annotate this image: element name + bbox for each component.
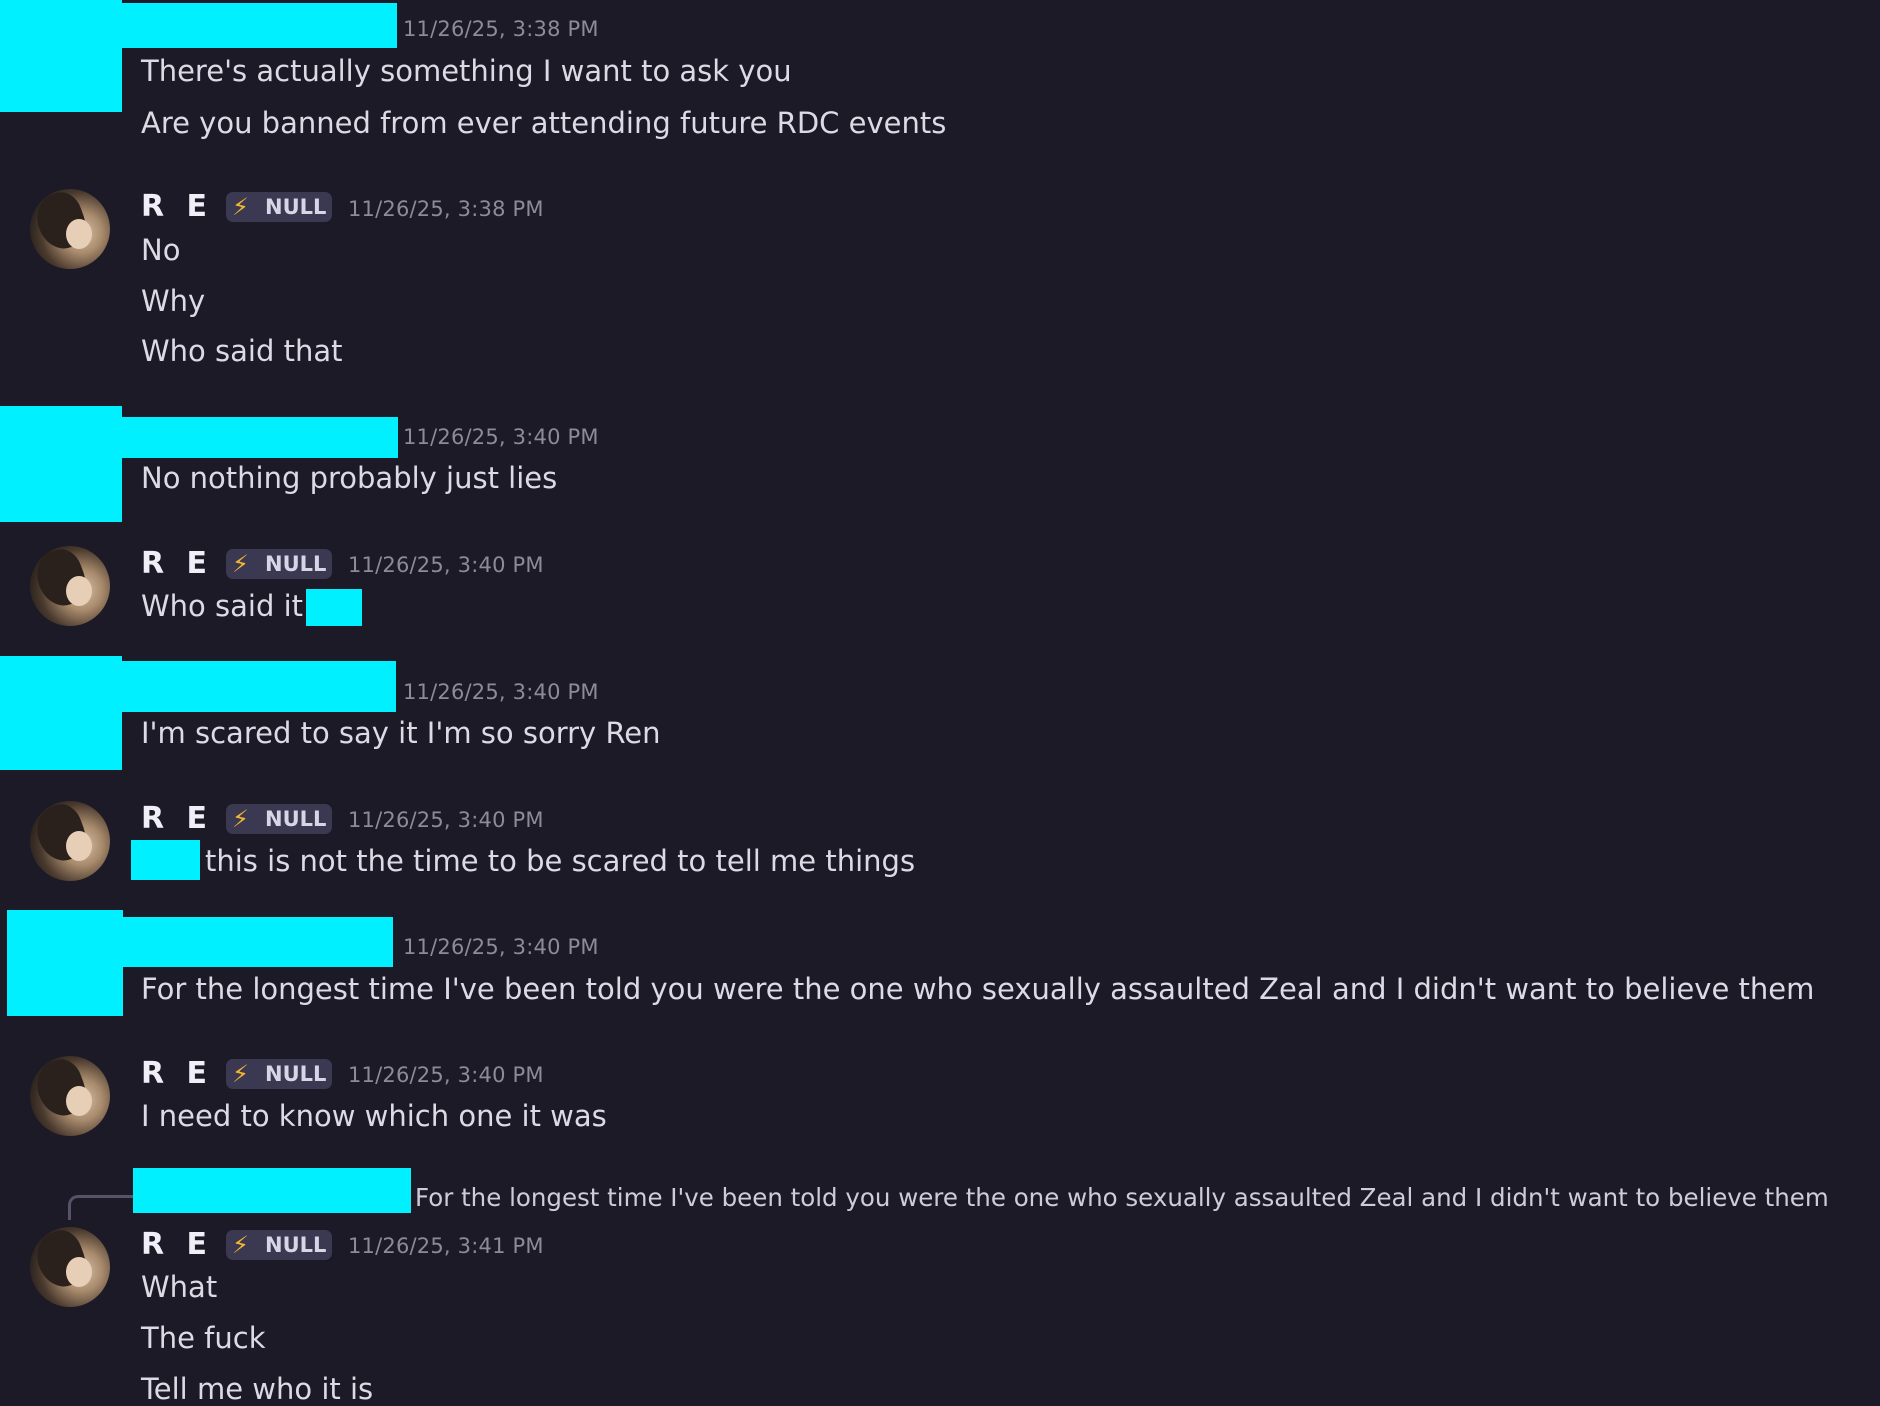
lightning-bolt-icon: ⚡ bbox=[232, 1060, 249, 1088]
redacted-avatar bbox=[0, 406, 122, 522]
message-timestamp: 11/26/25, 3:40 PM bbox=[348, 1063, 544, 1087]
redacted-inline-text bbox=[131, 840, 200, 880]
redacted-username bbox=[123, 917, 393, 967]
lightning-bolt-icon: ⚡ bbox=[232, 550, 249, 578]
message-timestamp: 11/26/25, 3:40 PM bbox=[403, 935, 599, 959]
redacted-avatar bbox=[0, 0, 122, 112]
avatar[interactable] bbox=[30, 801, 110, 881]
redacted-username bbox=[122, 661, 396, 712]
reply-preview[interactable]: For the longest time I've been told you … bbox=[415, 1183, 1829, 1213]
badge-label: NULL bbox=[265, 1062, 327, 1086]
avatar[interactable] bbox=[30, 1056, 110, 1136]
lightning-bolt-icon: ⚡ bbox=[232, 1231, 249, 1259]
redacted-reply-username[interactable] bbox=[133, 1168, 411, 1213]
badge-label: NULL bbox=[265, 1233, 327, 1257]
message-timestamp: 11/26/25, 3:40 PM bbox=[348, 553, 544, 577]
message-timestamp: 11/26/25, 3:40 PM bbox=[403, 680, 599, 704]
message-text: No bbox=[141, 233, 181, 267]
message-text: What bbox=[141, 1270, 218, 1304]
avatar[interactable] bbox=[30, 546, 110, 626]
badge-label: NULL bbox=[265, 807, 327, 831]
null-badge: ⚡ NULL bbox=[226, 192, 332, 222]
redacted-username bbox=[122, 3, 397, 48]
redacted-username bbox=[122, 417, 398, 458]
message-timestamp: 11/26/25, 3:40 PM bbox=[348, 808, 544, 832]
message-text: Why bbox=[141, 284, 206, 318]
message-text: I'm scared to say it I'm so sorry Ren bbox=[141, 716, 661, 750]
message-text: The fuck bbox=[141, 1321, 266, 1355]
message-timestamp: 11/26/25, 3:40 PM bbox=[403, 425, 599, 449]
null-badge: ⚡ NULL bbox=[226, 549, 332, 579]
redacted-avatar bbox=[0, 656, 122, 770]
message-timestamp: 11/26/25, 3:38 PM bbox=[403, 17, 599, 41]
null-badge: ⚡ NULL bbox=[226, 804, 332, 834]
null-badge: ⚡ NULL bbox=[226, 1059, 332, 1089]
reply-connector bbox=[68, 1195, 133, 1220]
badge-label: NULL bbox=[265, 552, 327, 576]
badge-label: NULL bbox=[265, 195, 327, 219]
avatar[interactable] bbox=[30, 1227, 110, 1307]
chat-log: 11/26/25, 3:38 PM There's actually somet… bbox=[0, 0, 1880, 1406]
redacted-avatar bbox=[7, 910, 123, 1016]
lightning-bolt-icon: ⚡ bbox=[232, 805, 249, 833]
message-text: Who said that bbox=[141, 334, 343, 368]
message-text: I need to know which one it was bbox=[141, 1099, 607, 1133]
message-timestamp: 11/26/25, 3:41 PM bbox=[348, 1234, 544, 1258]
lightning-bolt-icon: ⚡ bbox=[232, 193, 249, 221]
message-text: There's actually something I want to ask… bbox=[141, 54, 792, 88]
redacted-inline-text bbox=[306, 589, 362, 626]
null-badge: ⚡ NULL bbox=[226, 1230, 332, 1260]
avatar[interactable] bbox=[30, 189, 110, 269]
message-text: this is not the time to be scared to tel… bbox=[205, 844, 916, 878]
message-text: Tell me who it is bbox=[141, 1372, 374, 1406]
message-text: Who said it bbox=[141, 589, 304, 623]
message-text: For the longest time I've been told you … bbox=[141, 972, 1815, 1006]
message-timestamp: 11/26/25, 3:38 PM bbox=[348, 197, 544, 221]
message-text: No nothing probably just lies bbox=[141, 461, 558, 495]
message-text: Are you banned from ever attending futur… bbox=[141, 106, 947, 140]
